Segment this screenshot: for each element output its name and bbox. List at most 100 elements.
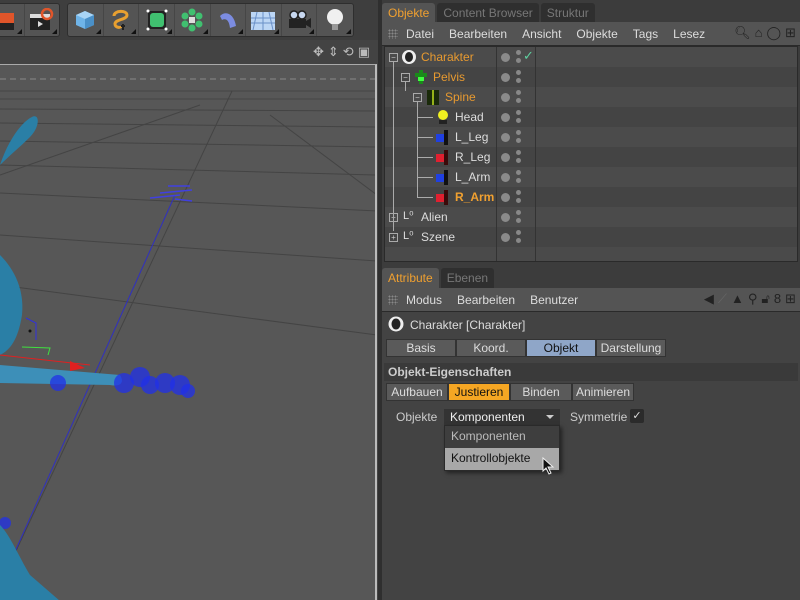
section-header: Objekt-Eigenschaften (384, 363, 798, 381)
object-row-r-leg[interactable]: R_Leg (385, 147, 797, 167)
object-row-szene[interactable]: + L⁰ Szene (385, 227, 797, 247)
floor-button[interactable] (246, 4, 282, 36)
tab-objekt[interactable]: Objekt (526, 339, 596, 357)
control-objects (0, 367, 195, 594)
spline-icon (112, 9, 129, 30)
grip-icon[interactable] (388, 294, 398, 305)
search-icon[interactable]: ⚲ (748, 291, 758, 307)
floor-icon (251, 11, 276, 31)
rotate-view-icon[interactable]: ⟲ (343, 44, 354, 60)
object-name[interactable]: Head (455, 110, 484, 124)
attribute-manager-menubar: Modus Bearbeiten Benutzer ◀ ⟋ ▲ ⚲ 🔓︎ 8 ⊞ (382, 288, 800, 312)
object-row-r-arm[interactable]: R_Arm (385, 187, 797, 207)
object-title: Charakter [Charakter] (410, 318, 526, 332)
right-pane: Objekte Content Browser Struktur Datei B… (382, 0, 800, 600)
zoom-view-icon[interactable]: ⇕ (328, 44, 339, 60)
tab-attribute[interactable]: Attribute (382, 268, 439, 290)
object-row-charakter[interactable]: − Charakter ✓ (385, 47, 797, 67)
object-name[interactable]: R_Leg (455, 150, 490, 164)
3d-viewport[interactable] (0, 64, 377, 600)
expand-toggle[interactable]: + (389, 233, 398, 242)
object-name[interactable]: L_Leg (455, 130, 488, 144)
floor-grid (0, 90, 375, 586)
bone-marker (25, 317, 37, 340)
tab-binden[interactable]: Binden (510, 383, 572, 401)
main-tab-row: Basis Koord. Objekt Darstellung (386, 339, 666, 357)
object-row-l-arm[interactable]: L_Arm (385, 167, 797, 187)
object-name[interactable]: Alien (421, 210, 448, 224)
tab-animieren[interactable]: Animieren (572, 383, 634, 401)
tab-ebenen[interactable]: Ebenen (440, 268, 495, 290)
menu-bearbeiten[interactable]: Bearbeiten (457, 293, 515, 307)
tab-aufbauen[interactable]: Aufbauen (386, 383, 448, 401)
search-icon[interactable]: 🔍︎ (734, 25, 751, 41)
object-name[interactable]: L_Arm (455, 170, 490, 184)
object-row-pelvis[interactable]: − Pelvis (385, 67, 797, 87)
tab-justieren[interactable]: Justieren (448, 383, 510, 401)
deformer-button[interactable] (211, 4, 247, 36)
grip-icon[interactable] (388, 28, 398, 39)
spline-button[interactable] (104, 4, 140, 36)
move-view-icon[interactable]: ✥ (313, 44, 324, 60)
menu-datei[interactable]: Datei (406, 27, 434, 41)
menu-lesezeichen[interactable]: Lesez (673, 27, 705, 41)
checkmark-icon[interactable]: ✓ (523, 48, 534, 64)
left-pane: ✥ ⇕ ⟲ ▣ (0, 0, 378, 600)
render-settings-icon (0, 13, 14, 30)
lock-icon[interactable]: 🔓︎ (761, 291, 769, 307)
up-arrow-icon[interactable]: ▲ (731, 291, 744, 307)
left-leg-icon (436, 130, 448, 145)
objekte-dropdown[interactable]: Komponenten (444, 409, 560, 425)
object-name[interactable]: Szene (421, 230, 455, 244)
object-row-l-leg[interactable]: L_Leg (385, 127, 797, 147)
option-komponenten[interactable]: Komponenten (445, 426, 559, 448)
eye-icon[interactable]: ◯ (767, 25, 782, 41)
objekte-label: Objekte (396, 410, 438, 424)
object-name[interactable]: Charakter (421, 50, 474, 64)
menu-benutzer[interactable]: Benutzer (530, 293, 578, 307)
cube-button[interactable] (68, 4, 104, 36)
back-arrow-icon[interactable]: ◀ (704, 291, 714, 307)
tab-darstellung[interactable]: Darstellung (596, 339, 666, 357)
object-row-head[interactable]: Head (385, 107, 797, 127)
array-icon (181, 8, 203, 32)
menu-objekte[interactable]: Objekte (576, 27, 617, 41)
menu-bearbeiten[interactable]: Bearbeiten (449, 27, 507, 41)
light-button[interactable] (317, 4, 353, 36)
render-settings-button[interactable] (0, 4, 26, 36)
menu-ansicht[interactable]: Ansicht (522, 27, 561, 41)
character-icon (388, 316, 404, 332)
null-marker (149, 185, 193, 202)
tab-koord[interactable]: Koord. (456, 339, 526, 357)
menu-tags[interactable]: Tags (633, 27, 658, 41)
tab-basis[interactable]: Basis (386, 339, 456, 357)
column-divider[interactable] (535, 47, 536, 261)
pelvis-icon (415, 70, 427, 84)
alien-head (0, 255, 23, 355)
render-picture-viewer-button[interactable] (25, 4, 59, 36)
link-icon[interactable]: 8 (774, 291, 781, 307)
x-axis-handle (70, 361, 85, 371)
menu-modus[interactable]: Modus (406, 293, 442, 307)
object-name[interactable]: Spine (445, 90, 476, 104)
home-icon[interactable]: ⌂ (755, 25, 763, 41)
symmetrie-checkbox[interactable]: ✓ (630, 409, 644, 423)
object-name[interactable]: R_Arm (455, 190, 494, 204)
dropdown-value: Komponenten (450, 410, 525, 424)
object-name[interactable]: Pelvis (433, 70, 465, 84)
left-arm-icon (436, 170, 448, 185)
array-button[interactable] (175, 4, 211, 36)
symmetrie-label: Symmetrie (570, 410, 628, 424)
object-list: − Charakter ✓ − Pelvis − Spine Head L_Le… (384, 46, 798, 262)
subdivision-button[interactable] (139, 4, 175, 36)
attribute-manager-tabs: Attribute Ebenen (382, 268, 495, 290)
right-arm-icon (436, 190, 448, 205)
forward-arrow-icon[interactable]: ⟋ (718, 291, 727, 307)
object-row-spine[interactable]: − Spine (385, 87, 797, 107)
column-divider[interactable] (496, 47, 497, 261)
object-row-alien[interactable]: + L⁰ Alien (385, 207, 797, 227)
new-window-icon[interactable]: ⊞ (785, 25, 796, 41)
new-window-icon[interactable]: ⊞ (785, 291, 796, 307)
camera-button[interactable] (282, 4, 318, 36)
maximize-view-icon[interactable]: ▣ (358, 44, 370, 60)
